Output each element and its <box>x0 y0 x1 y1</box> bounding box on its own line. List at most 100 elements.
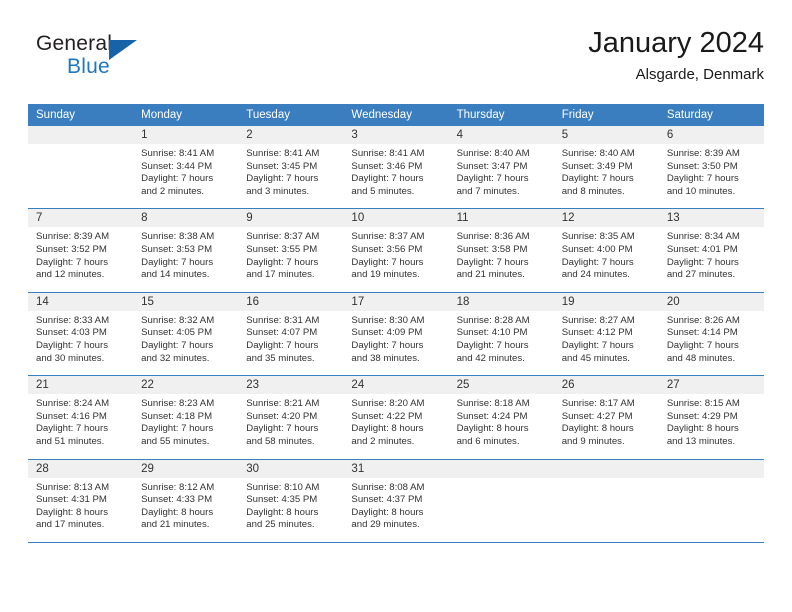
day-cell[interactable]: Sunrise: 8:32 AM Sunset: 4:05 PM Daylight:… <box>133 310 239 377</box>
day-number[interactable]: 29 <box>133 459 239 478</box>
day-cell[interactable]: Sunrise: 8:15 AM Sunset: 4:29 PM Daylight:… <box>658 394 764 460</box>
day-cell[interactable]: Sunrise: 8:27 AM Sunset: 4:12 PM Daylight:… <box>553 310 659 377</box>
day-number[interactable]: 31 <box>343 459 449 478</box>
calendar-body: 1 2 3 4 5 6 Sunrise: 8:41 AM Sunset: 3:44 PM Day… <box>28 126 764 543</box>
weekday-header-sunday: Sunday <box>28 104 134 126</box>
sunset-text: Sunset: 4:20 PM <box>246 410 318 422</box>
day-number[interactable]: 24 <box>343 375 449 395</box>
day-cell[interactable]: Sunrise: 8:18 AM Sunset: 4:24 PM Daylight:… <box>448 394 554 460</box>
day-number[interactable]: 28 <box>28 459 134 478</box>
location-subtitle: Alsgarde, Denmark <box>635 66 764 83</box>
day-number[interactable]: 20 <box>658 292 764 311</box>
day-number[interactable]: 12 <box>553 208 659 228</box>
day-cell[interactable]: Sunrise: 8:31 AM Sunset: 4:07 PM Daylight:… <box>238 310 344 377</box>
day-cell[interactable]: Sunrise: 8:39 AM Sunset: 3:52 PM Daylight:… <box>28 227 134 293</box>
daylight-text: Daylight: 7 hours and 3 minutes. <box>246 173 319 197</box>
general-blue-logo[interactable]: General Blue <box>36 32 146 86</box>
day-cell[interactable]: Sunrise: 8:34 AM Sunset: 4:01 PM Daylight:… <box>658 227 764 293</box>
day-cell[interactable]: Sunrise: 8:36 AM Sunset: 3:58 PM Daylight:… <box>448 227 554 293</box>
day-cell[interactable]: Sunrise: 8:10 AM Sunset: 4:35 PM Daylight:… <box>238 477 344 543</box>
daylight-text: Daylight: 7 hours and 55 minutes. <box>141 423 214 447</box>
day-cell[interactable]: Sunrise: 8:33 AM Sunset: 4:03 PM Daylight:… <box>28 310 134 377</box>
day-number[interactable]: 23 <box>238 375 344 395</box>
day-cell[interactable]: Sunrise: 8:39 AM Sunset: 3:50 PM Daylight:… <box>658 144 764 210</box>
day-number[interactable]: 30 <box>238 459 344 478</box>
day-cell[interactable]: Sunrise: 8:26 AM Sunset: 4:14 PM Daylight:… <box>658 310 764 377</box>
title-block: January 2024 Alsgarde, Denmark <box>588 26 764 86</box>
day-number[interactable]: 14 <box>28 292 134 311</box>
day-number[interactable]: 6 <box>658 126 764 144</box>
day-cell[interactable]: Sunrise: 8:40 AM Sunset: 3:49 PM Daylight:… <box>553 144 659 210</box>
day-cell[interactable]: Sunrise: 8:37 AM Sunset: 3:56 PM Daylight:… <box>343 227 449 293</box>
week-detail-row: Sunrise: 8:13 AM Sunset: 4:31 PM Daylight:… <box>28 477 764 543</box>
day-cell[interactable]: Sunrise: 8:41 AM Sunset: 3:44 PM Daylight:… <box>133 144 239 210</box>
sunset-text: Sunset: 4:29 PM <box>666 410 738 422</box>
day-number[interactable]: 4 <box>448 126 554 144</box>
day-cell[interactable]: Sunrise: 8:35 AM Sunset: 4:00 PM Daylight:… <box>553 227 659 293</box>
sunrise-text: Sunrise: 8:12 AM <box>141 481 215 493</box>
day-number[interactable]: 8 <box>133 208 239 228</box>
daylight-text: Daylight: 7 hours and 7 minutes. <box>456 173 529 197</box>
day-number[interactable]: 11 <box>448 208 554 228</box>
sunrise-text: Sunrise: 8:27 AM <box>561 314 635 326</box>
day-number[interactable]: 10 <box>343 208 449 228</box>
sunset-text: Sunset: 4:24 PM <box>456 410 528 422</box>
day-number[interactable]: 17 <box>343 292 449 311</box>
daylight-text: Daylight: 7 hours and 8 minutes. <box>561 173 634 197</box>
day-cell[interactable]: Sunrise: 8:20 AM Sunset: 4:22 PM Daylight:… <box>343 394 449 460</box>
day-number[interactable]: 7 <box>28 208 134 228</box>
day-cell[interactable]: Sunrise: 8:21 AM Sunset: 4:20 PM Daylight:… <box>238 394 344 460</box>
day-number[interactable]: 13 <box>658 208 764 228</box>
day-number[interactable]: 15 <box>133 292 239 311</box>
day-cell-empty <box>448 477 554 543</box>
day-cell[interactable]: Sunrise: 8:17 AM Sunset: 4:27 PM Daylight:… <box>553 394 659 460</box>
day-number[interactable]: 18 <box>448 292 554 311</box>
day-number[interactable]: 27 <box>658 375 764 395</box>
day-number[interactable]: 9 <box>238 208 344 228</box>
day-cell[interactable]: Sunrise: 8:08 AM Sunset: 4:37 PM Daylight:… <box>343 477 449 543</box>
day-number[interactable]: 5 <box>553 126 659 144</box>
day-number-empty <box>448 459 554 478</box>
daylight-text: Daylight: 7 hours and 17 minutes. <box>246 256 319 281</box>
daylight-text: Daylight: 7 hours and 19 minutes. <box>351 256 424 281</box>
logo-text-blue: Blue <box>67 55 110 78</box>
week-daynumber-row: 28 29 30 31 <box>28 459 764 478</box>
day-number[interactable]: 22 <box>133 375 239 395</box>
sunset-text: Sunset: 3:53 PM <box>141 243 213 255</box>
day-number[interactable]: 1 <box>133 126 239 144</box>
day-number[interactable]: 25 <box>448 375 554 395</box>
weekday-header-friday: Friday <box>553 104 659 126</box>
sunset-text: Sunset: 4:18 PM <box>141 410 213 422</box>
sunrise-text: Sunrise: 8:41 AM <box>351 148 425 159</box>
day-number-empty <box>658 459 764 478</box>
sunset-text: Sunset: 3:44 PM <box>141 160 213 172</box>
daylight-text: Daylight: 7 hours and 35 minutes. <box>246 339 319 364</box>
day-number-empty <box>28 126 134 144</box>
sunset-text: Sunset: 3:50 PM <box>666 160 738 172</box>
weekday-header-monday: Monday <box>133 104 239 126</box>
day-number[interactable]: 21 <box>28 375 134 395</box>
day-cell[interactable]: Sunrise: 8:41 AM Sunset: 3:45 PM Daylight:… <box>238 144 344 210</box>
day-number-empty <box>553 459 659 478</box>
day-cell[interactable]: Sunrise: 8:23 AM Sunset: 4:18 PM Daylight:… <box>133 394 239 460</box>
day-cell[interactable]: Sunrise: 8:12 AM Sunset: 4:33 PM Daylight:… <box>133 477 239 543</box>
day-cell[interactable]: Sunrise: 8:30 AM Sunset: 4:09 PM Daylight:… <box>343 310 449 377</box>
sunrise-text: Sunrise: 8:39 AM <box>666 148 740 159</box>
daylight-text: Daylight: 7 hours and 27 minutes. <box>666 256 739 281</box>
daylight-text: Daylight: 8 hours and 6 minutes. <box>456 423 529 447</box>
day-cell[interactable]: Sunrise: 8:41 AM Sunset: 3:46 PM Daylight:… <box>343 144 449 210</box>
sunset-text: Sunset: 4:00 PM <box>561 243 633 255</box>
day-number[interactable]: 19 <box>553 292 659 311</box>
day-number[interactable]: 3 <box>343 126 449 144</box>
day-number[interactable]: 26 <box>553 375 659 395</box>
sunrise-text: Sunrise: 8:21 AM <box>246 398 320 410</box>
day-number[interactable]: 16 <box>238 292 344 311</box>
day-number[interactable]: 2 <box>238 126 344 144</box>
day-cell[interactable]: Sunrise: 8:24 AM Sunset: 4:16 PM Daylight:… <box>28 394 134 460</box>
day-cell[interactable]: Sunrise: 8:28 AM Sunset: 4:10 PM Daylight:… <box>448 310 554 377</box>
weekday-header-tuesday: Tuesday <box>238 104 344 126</box>
day-cell[interactable]: Sunrise: 8:40 AM Sunset: 3:47 PM Daylight:… <box>448 144 554 210</box>
day-cell[interactable]: Sunrise: 8:38 AM Sunset: 3:53 PM Daylight:… <box>133 227 239 293</box>
day-cell[interactable]: Sunrise: 8:13 AM Sunset: 4:31 PM Daylight:… <box>28 477 134 543</box>
day-cell[interactable]: Sunrise: 8:37 AM Sunset: 3:55 PM Daylight:… <box>238 227 344 293</box>
